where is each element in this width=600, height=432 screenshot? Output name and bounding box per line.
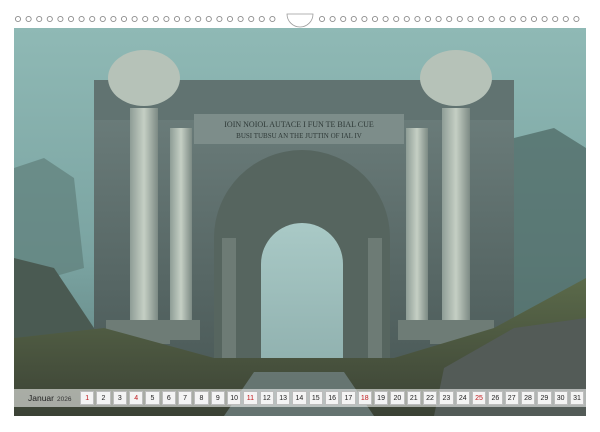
day-cell: 14 xyxy=(292,391,307,405)
day-cell: 26 xyxy=(488,391,503,405)
binding-hole xyxy=(248,15,255,23)
binding-hole xyxy=(46,15,53,23)
binding-hole xyxy=(14,15,22,23)
binding-hole xyxy=(520,15,527,23)
archway-opening xyxy=(261,223,343,372)
binding-hole xyxy=(120,15,128,23)
day-cell: 23 xyxy=(439,391,454,405)
binding-hole xyxy=(467,15,474,23)
day-cell: 19 xyxy=(373,391,389,405)
binding-hole xyxy=(163,15,170,23)
day-cell: 31 xyxy=(569,391,585,405)
inscription-line-1: IOIN NOIOL AUTACE I FUN TE BIAL CUE xyxy=(224,120,374,129)
binding-hole xyxy=(152,15,159,23)
binding-hole xyxy=(541,15,548,23)
binding-hole xyxy=(530,15,538,23)
day-cell: 5 xyxy=(145,391,160,405)
binding-hole xyxy=(205,15,212,23)
binding-hole xyxy=(361,15,368,23)
binding-hole xyxy=(269,15,276,23)
binding-hole xyxy=(414,15,421,23)
binding-hole xyxy=(456,15,463,23)
binding-hole xyxy=(57,15,64,23)
day-cell: 9 xyxy=(210,391,225,405)
binding-hole xyxy=(488,15,495,23)
binding-hole xyxy=(573,15,580,23)
spiral-binding xyxy=(14,13,580,28)
binding-hole xyxy=(184,15,191,23)
day-cell: 7 xyxy=(177,391,193,405)
day-cell: 27 xyxy=(504,391,519,405)
day-cell: 8 xyxy=(194,391,209,405)
hanger-notch xyxy=(286,13,314,28)
binding-hole xyxy=(446,15,453,23)
calendar-photo: IOIN NOIOL AUTACE I FUN TE BIAL CUE BUSI… xyxy=(14,28,586,416)
binding-hole xyxy=(435,15,442,23)
binding-hole xyxy=(99,15,106,23)
day-cell: 29 xyxy=(537,391,552,405)
binding-hole xyxy=(67,15,75,23)
day-cell: 15 xyxy=(308,391,323,405)
day-cell: 1 xyxy=(80,391,95,405)
day-cell: 24 xyxy=(455,391,470,405)
binding-hole xyxy=(216,15,223,23)
binding-hole xyxy=(226,15,234,23)
day-cell: 28 xyxy=(520,391,536,405)
binding-hole xyxy=(131,15,138,23)
calendar-page: IOIN NOIOL AUTACE I FUN TE BIAL CUE BUSI… xyxy=(0,0,600,432)
inscription-line-2: BUSI TUBSU AN THE JUTTIN OF IAL IV xyxy=(236,132,362,140)
day-cell: 22 xyxy=(422,391,438,405)
binding-hole xyxy=(195,15,202,23)
calendar-strip: Januar 2026 1 2 3 4 5 6 7 8 9 10 11 12 13 14 15 16 17 18 19… xyxy=(14,389,586,407)
binding-hole xyxy=(477,15,485,23)
day-cells: 1 2 3 4 5 6 7 8 9 10 11 12 13 14 15 16 17 18 19 20 21 22 23 24 2… xyxy=(78,391,586,405)
day-cell: 18 xyxy=(357,391,372,405)
day-cell: 2 xyxy=(96,391,111,405)
month-label: Januar 2026 xyxy=(14,393,78,403)
binding-hole xyxy=(329,15,336,23)
day-cell: 3 xyxy=(112,391,127,405)
binding-hole xyxy=(237,15,244,23)
binding-hole xyxy=(340,15,347,23)
binding-hole xyxy=(424,15,432,23)
binding-hole xyxy=(110,15,117,23)
day-cell: 16 xyxy=(324,391,340,405)
binding-hole xyxy=(36,15,43,23)
binding-hole xyxy=(318,15,326,23)
day-cell: 25 xyxy=(471,391,487,405)
binding-hole xyxy=(371,15,379,23)
binding-hole xyxy=(89,15,96,23)
day-cell: 6 xyxy=(161,391,176,405)
binding-hole xyxy=(403,15,410,23)
day-cell: 21 xyxy=(406,391,421,405)
binding-hole xyxy=(562,15,569,23)
binding-hole xyxy=(499,15,506,23)
binding-hole xyxy=(382,15,389,23)
day-cell: 10 xyxy=(226,391,242,405)
day-cell: 13 xyxy=(275,391,291,405)
binding-hole xyxy=(78,15,85,23)
day-cell: 17 xyxy=(341,391,356,405)
day-cell: 11 xyxy=(243,391,258,405)
day-cell: 20 xyxy=(390,391,405,405)
binding-hole xyxy=(552,15,559,23)
binding-hole xyxy=(142,15,149,23)
binding-hole xyxy=(509,15,516,23)
binding-hole xyxy=(258,15,265,23)
year-label: 2026 xyxy=(57,396,72,403)
day-cell: 30 xyxy=(553,391,568,405)
month-name: Januar xyxy=(28,393,54,403)
binding-hole xyxy=(173,15,181,23)
day-cell: 12 xyxy=(259,391,274,405)
day-cell: 4 xyxy=(128,391,144,405)
binding-hole xyxy=(350,15,357,23)
binding-hole xyxy=(25,15,32,23)
binding-hole xyxy=(393,15,400,23)
